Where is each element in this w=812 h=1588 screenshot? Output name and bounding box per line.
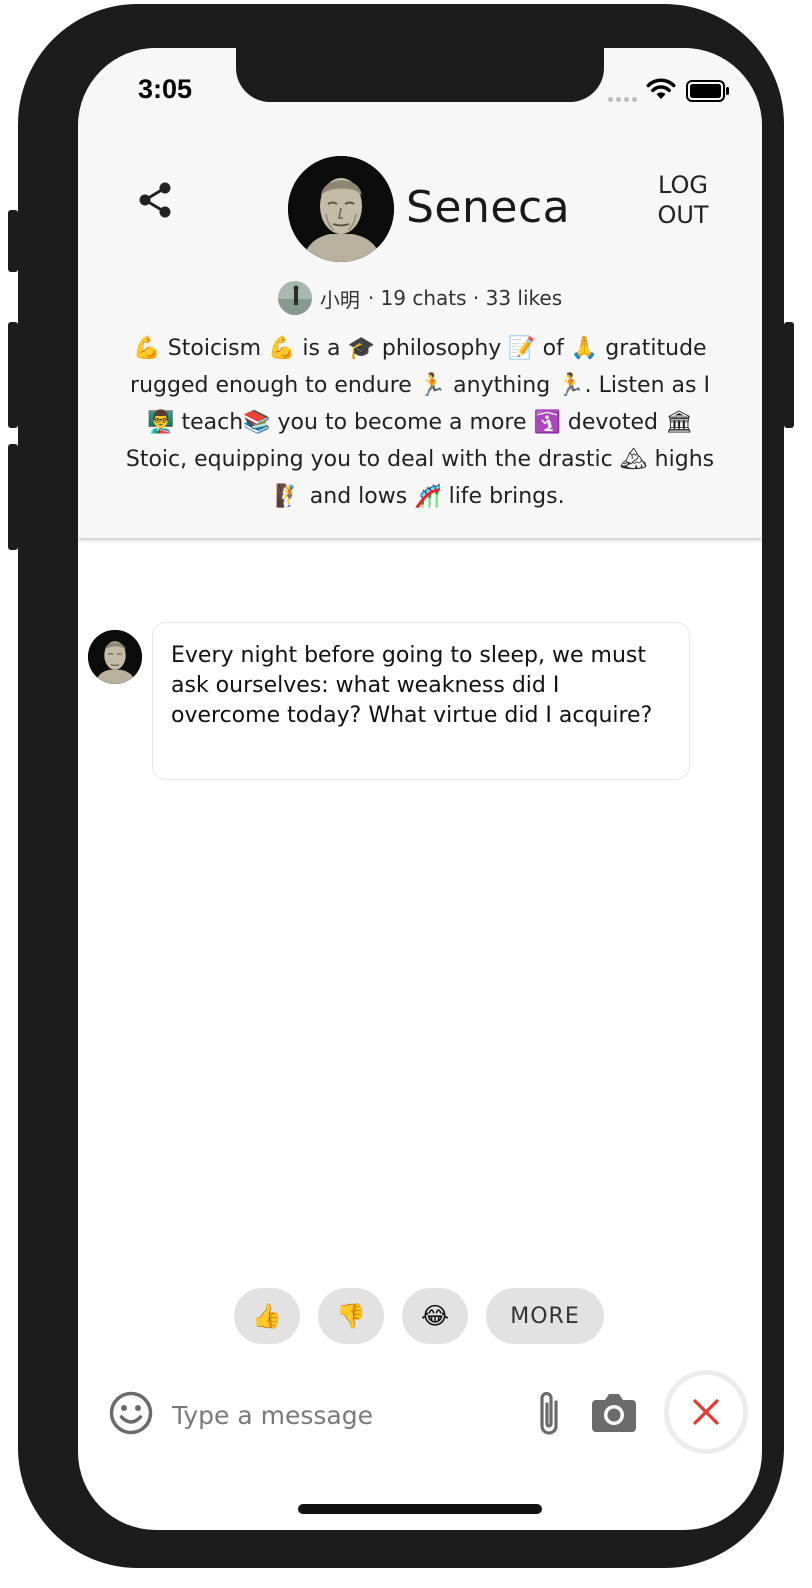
volume-up-button	[8, 322, 18, 428]
phone-frame: 3:05 Seneca LOG OUT 小明 · 19 chats · 33 l…	[8, 4, 794, 1568]
power-button	[784, 322, 794, 428]
laughing-face-icon: 😂	[420, 1302, 450, 1330]
character-avatar[interactable]	[288, 156, 394, 262]
message-input[interactable]	[172, 1392, 512, 1438]
notch	[236, 48, 604, 102]
thumbs-up-icon: 👍	[252, 1302, 282, 1330]
status-time: 3:05	[138, 74, 193, 104]
volume-down-button	[8, 444, 18, 550]
thumbs-down-icon: 👎	[336, 1302, 366, 1330]
message-bubble[interactable]: Every night before going to sleep, we mu…	[152, 622, 690, 780]
close-button[interactable]	[664, 1370, 748, 1454]
reaction-thumbs-down-button[interactable]: 👎	[318, 1288, 384, 1344]
share-icon[interactable]	[134, 178, 178, 222]
wifi-icon	[646, 78, 676, 99]
logout-label-line1: LOG	[657, 171, 708, 199]
message-avatar[interactable]	[88, 630, 142, 684]
creator-photo	[277, 281, 312, 315]
creator-avatar[interactable]	[277, 281, 312, 315]
character-bio: 💪 Stoicism 💪 is a 🎓 philosophy 📝 of 🙏 gr…	[125, 336, 715, 509]
logout-label-line2: OUT	[657, 201, 709, 229]
profile-header: 3:05 Seneca LOG OUT 小明 · 19 chats · 33 l…	[78, 48, 762, 538]
phone-screen: 3:05 Seneca LOG OUT 小明 · 19 chats · 33 l…	[78, 48, 762, 1530]
battery-icon	[686, 80, 729, 102]
reaction-laugh-button[interactable]: 😂	[402, 1288, 468, 1344]
reaction-thumbs-up-button[interactable]: 👍	[234, 1288, 300, 1344]
seneca-bust-thumb	[88, 630, 142, 684]
seneca-bust-image	[288, 156, 394, 262]
home-indicator[interactable]	[298, 1504, 542, 1514]
creator-name[interactable]: 小明	[320, 284, 360, 313]
more-reactions-button[interactable]: MORE	[486, 1288, 604, 1344]
character-name: Seneca	[406, 182, 571, 233]
creator-stats-row: 小明 · 19 chats · 33 likes	[78, 280, 762, 316]
chat-like-stats: · 19 chats · 33 likes	[367, 286, 563, 310]
smiley-icon[interactable]	[108, 1390, 154, 1436]
cell-signal-icon	[608, 97, 637, 102]
paperclip-icon[interactable]	[530, 1388, 568, 1440]
mute-switch	[8, 210, 18, 272]
camera-icon[interactable]	[590, 1390, 638, 1434]
more-label: MORE	[510, 1303, 580, 1329]
logout-button[interactable]: LOG OUT	[640, 170, 726, 230]
close-icon	[693, 1399, 719, 1425]
